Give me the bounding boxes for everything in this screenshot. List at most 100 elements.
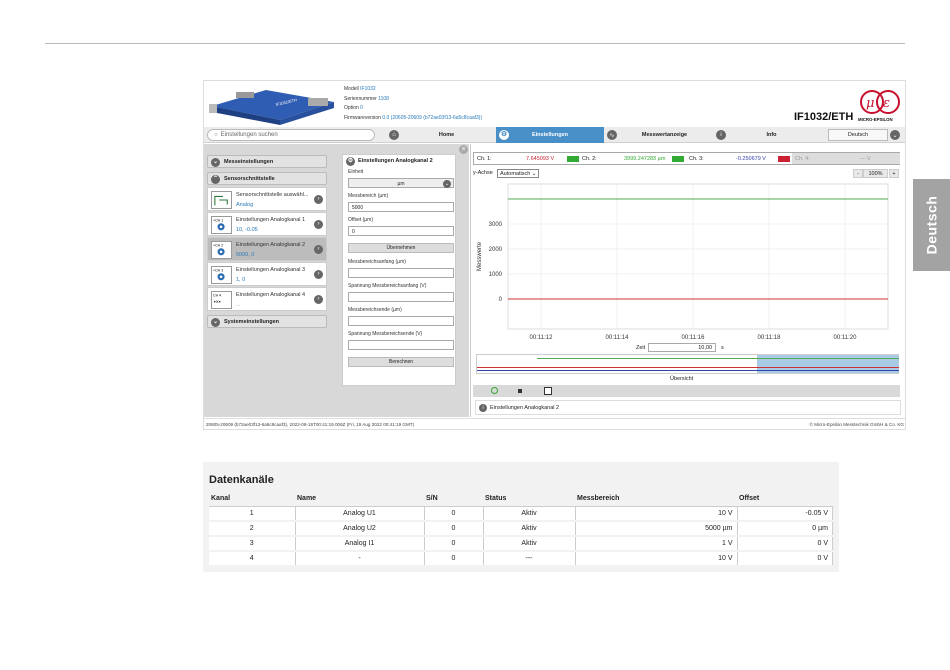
voltage-end-field[interactable]: [348, 340, 454, 350]
cell-status: Aktiv: [483, 536, 576, 552]
time-field[interactable]: 10,00: [648, 343, 716, 352]
cell-channel: 3: [209, 536, 296, 552]
svg-text:•×•: •×•: [214, 300, 221, 306]
col-header: Name: [295, 492, 424, 507]
col-header: Kanal: [209, 492, 295, 507]
top-rule: [45, 43, 905, 44]
cell-sn: 0: [424, 506, 484, 522]
accordion-measure-settings[interactable]: ⌄ Messeinstellungen: [207, 155, 327, 168]
cell-sn: 0: [424, 521, 484, 537]
menu-item-sub: 5000, 0: [236, 252, 255, 258]
nav-info[interactable]: Info: [729, 127, 814, 143]
chevron-down-icon: ⌄: [443, 180, 451, 188]
range-start-field[interactable]: [348, 268, 454, 278]
channel-2-swatch: [672, 156, 684, 162]
menu-item-sensor-interface-select[interactable]: Sensorschnittstelle auswähl... Analog ›: [207, 187, 327, 211]
nav-home[interactable]: Home: [404, 127, 489, 143]
chevron-right-icon: ›: [314, 220, 323, 229]
serial-label: Seriennummer: [344, 95, 377, 102]
save-icon[interactable]: [544, 387, 552, 395]
form-title-text: Einstellungen Analogkanal 2: [358, 158, 433, 164]
menu-item-title: Einstellungen Analogkanal 4: [236, 292, 306, 298]
search-input[interactable]: ○ Einstellungen suchen: [207, 129, 375, 141]
overview-line-blue: [477, 370, 899, 371]
chevron-down-icon: ⌄: [211, 318, 220, 327]
language-side-tab[interactable]: Deutsch: [913, 179, 950, 271]
calculate-button[interactable]: Berechnen: [348, 357, 454, 367]
playback-controls: [473, 385, 900, 397]
accordion-sensor-interface[interactable]: ⌃ Sensorschnittstelle: [207, 172, 327, 185]
cell-name: Analog U2: [295, 521, 425, 537]
menu-item-analog-channel-3[interactable]: +CH 3 Einstellungen Analogkanal 3 1, 0 ›: [207, 262, 327, 286]
cell-name: Analog U1: [295, 506, 425, 522]
chevron-down-icon[interactable]: ⌄: [890, 130, 900, 140]
measurement-chart: 3000 2000 1000 0 00:11:12 00:11:14 00:11:16 00:…: [477, 183, 889, 341]
language-select[interactable]: Deutsch: [828, 129, 888, 141]
channel-1-value: 7.645093 V: [526, 156, 555, 162]
svg-text:μ: μ: [866, 96, 874, 111]
stop-icon[interactable]: [518, 389, 522, 393]
cell-sn: 0: [424, 551, 484, 567]
plot-area: [507, 183, 889, 330]
cell-offset: 0 V: [737, 551, 833, 567]
section-title: Datenkanäle: [209, 474, 274, 486]
y-tick-label: 1000: [489, 272, 503, 278]
close-icon[interactable]: ×: [459, 145, 468, 154]
unit-select[interactable]: µm ⌄: [348, 178, 454, 188]
info-icon: i: [479, 404, 487, 412]
micro-epsilon-logo: μ ε MICRO-EPSILON: [858, 90, 900, 122]
x-tick-label: 00:11:12: [530, 335, 554, 341]
chevron-up-icon: ⌃: [211, 175, 220, 184]
settings-icon: ⚙: [499, 130, 509, 140]
nav-values[interactable]: Messwertanzeige: [622, 127, 707, 143]
overview-strip[interactable]: [476, 354, 899, 374]
accordion-label: Systemeinstellungen: [224, 318, 280, 325]
range-end-field[interactable]: [348, 316, 454, 326]
nav-bar: ○ Einstellungen suchen ⌂ Home ⚙ Einstellu…: [204, 127, 905, 143]
form-title: ⚙ Einstellungen Analogkanal 2: [346, 157, 433, 166]
menu-item-analog-channel-4[interactable]: CH 4 •×• Einstellungen Analogkanal 4 ... …: [207, 287, 327, 311]
data-channels-section: Datenkanäle Kanal Name S/N Status Messbe…: [203, 462, 839, 572]
zoom-out-button[interactable]: -: [853, 169, 863, 178]
cell-status: Aktiv: [483, 506, 576, 522]
nav-settings[interactable]: ⚙ Einstellungen: [496, 127, 604, 143]
cell-status: ---: [483, 551, 576, 567]
cell-name: Analog I1: [295, 536, 425, 552]
range-end-label: Messbereichsende (µm): [348, 307, 402, 313]
yaxis-select[interactable]: Automatisch ⌄: [497, 169, 540, 178]
chevron-right-icon: ›: [314, 195, 323, 204]
apply-button[interactable]: Übernehmen: [348, 243, 454, 253]
gear-icon: +CH 2: [211, 241, 232, 259]
chevron-down-icon: ⌄: [211, 158, 220, 167]
channel-3-swatch: [778, 156, 790, 162]
range-label: Messbereich (µm): [348, 193, 389, 199]
voltage-end-label: Spannung Messbereichsende (V): [348, 331, 423, 337]
svg-text:+CH 1: +CH 1: [213, 218, 223, 222]
col-header: Offset: [737, 492, 833, 507]
x-tick-label: 00:11:18: [758, 335, 782, 341]
range-field[interactable]: 5000: [348, 202, 454, 212]
model-label: Modell: [344, 86, 359, 92]
yaxis-label: y-Achse: [473, 170, 493, 176]
yaxis-value: Automatisch: [500, 171, 531, 177]
voltage-start-field[interactable]: [348, 292, 454, 302]
y-tick-label: 3000: [489, 222, 503, 228]
channel-1-name: Ch. 1:: [477, 156, 492, 162]
menu-item-analog-channel-1[interactable]: +CH 1 Einstellungen Analogkanal 1 10, -0…: [207, 212, 327, 236]
range-start-label: Messbereichsanfang (µm): [348, 259, 406, 265]
cell-sn: 0: [424, 536, 484, 552]
svg-text:+CH 3: +CH 3: [213, 268, 223, 272]
offset-field[interactable]: 0: [348, 226, 454, 236]
cell-name: -: [295, 551, 425, 567]
accordion-system-settings[interactable]: ⌄ Systemeinstellungen: [207, 315, 327, 328]
menu-item-title: Sensorschnittstelle auswähl...: [236, 192, 309, 198]
svg-text:CH 4: CH 4: [213, 293, 221, 297]
product-title: IF1032/ETH: [794, 111, 854, 123]
unit-label: Einheit: [348, 169, 364, 175]
channel-3-value: -0.250679 V: [736, 156, 766, 162]
home-icon: ⌂: [389, 130, 399, 140]
cell-offset: -0.05 V: [737, 506, 833, 522]
menu-item-analog-channel-2[interactable]: +CH 2 Einstellungen Analogkanal 2 5000, …: [207, 237, 327, 261]
zoom-in-button[interactable]: +: [889, 169, 899, 178]
play-icon[interactable]: [491, 387, 498, 394]
